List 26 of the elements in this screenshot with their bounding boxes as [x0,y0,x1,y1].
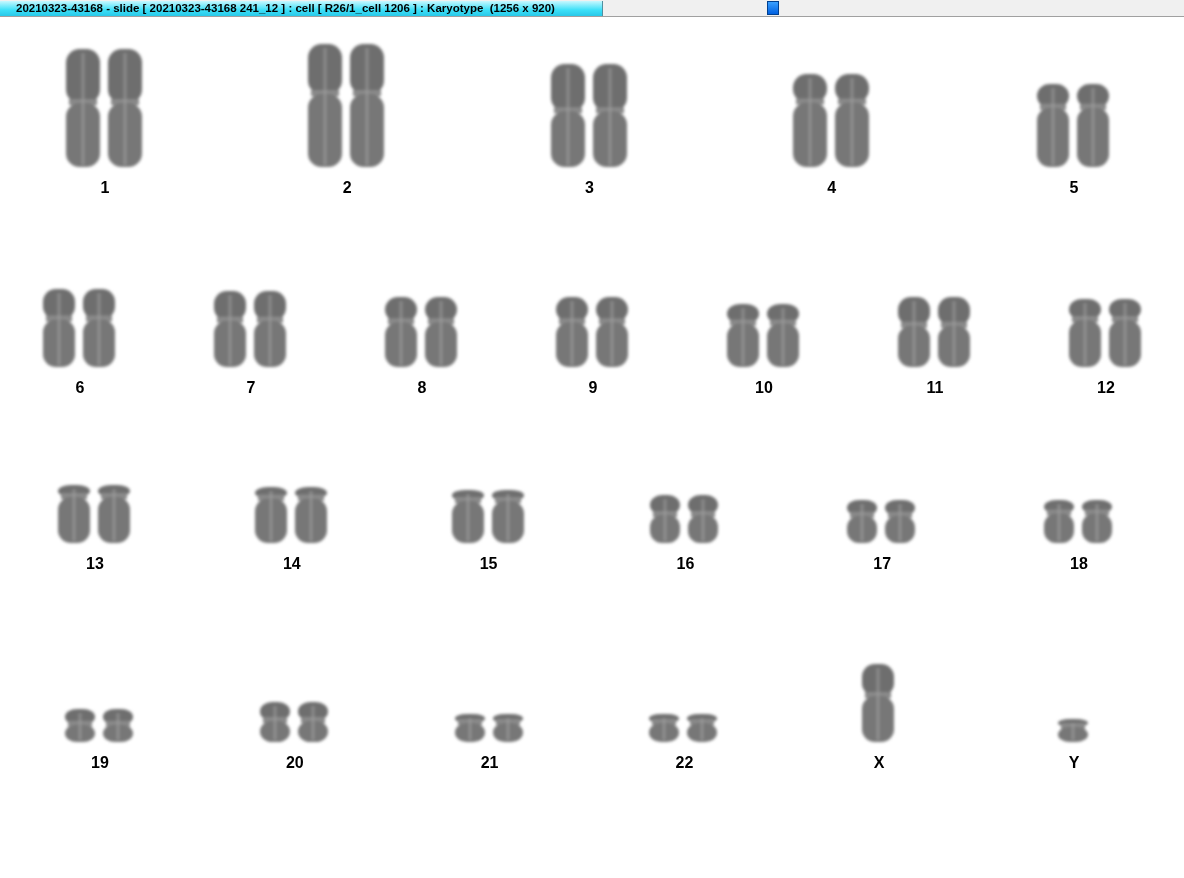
scrollbar-thumb[interactable] [767,1,779,15]
chromosome-label: 16 [676,555,695,573]
chromosome-label: 21 [480,754,499,772]
chromosome-label: 8 [417,379,427,397]
chromosome-label: 1 [100,179,110,197]
window-title: 20210323-43168 - slide [ 20210323-43168 241_12 ] : cell [ R26/1_cell 1206 ] : Karyotype (1256 x 920) [0,0,603,16]
chromosome-label: 19 [91,754,109,772]
chromosome-label: 15 [479,555,498,573]
chromosome-label: 14 [282,555,301,573]
chromosome-label: 18 [1070,555,1088,573]
chromosome-label: 12 [1097,379,1115,397]
chromosome-label: 5 [1069,179,1079,197]
chromosome-label: 11 [926,379,944,397]
chromosome-label: 9 [588,379,598,397]
chromosome-label: 6 [75,379,85,397]
chromosome-label: 10 [755,379,773,397]
chromosome-label: 22 [675,754,694,772]
chromosome-label: 17 [873,555,892,573]
chromosome-label: 7 [246,379,256,397]
chromosome-label: 4 [827,179,837,197]
chromosome-label: 2 [342,179,352,197]
chromosome-label: 3 [585,179,594,197]
chromosome-label: Y [1068,754,1080,772]
chromosome-label: 20 [285,754,304,772]
chromosome-label: X [873,754,885,772]
chromosome-label: 13 [86,555,104,573]
